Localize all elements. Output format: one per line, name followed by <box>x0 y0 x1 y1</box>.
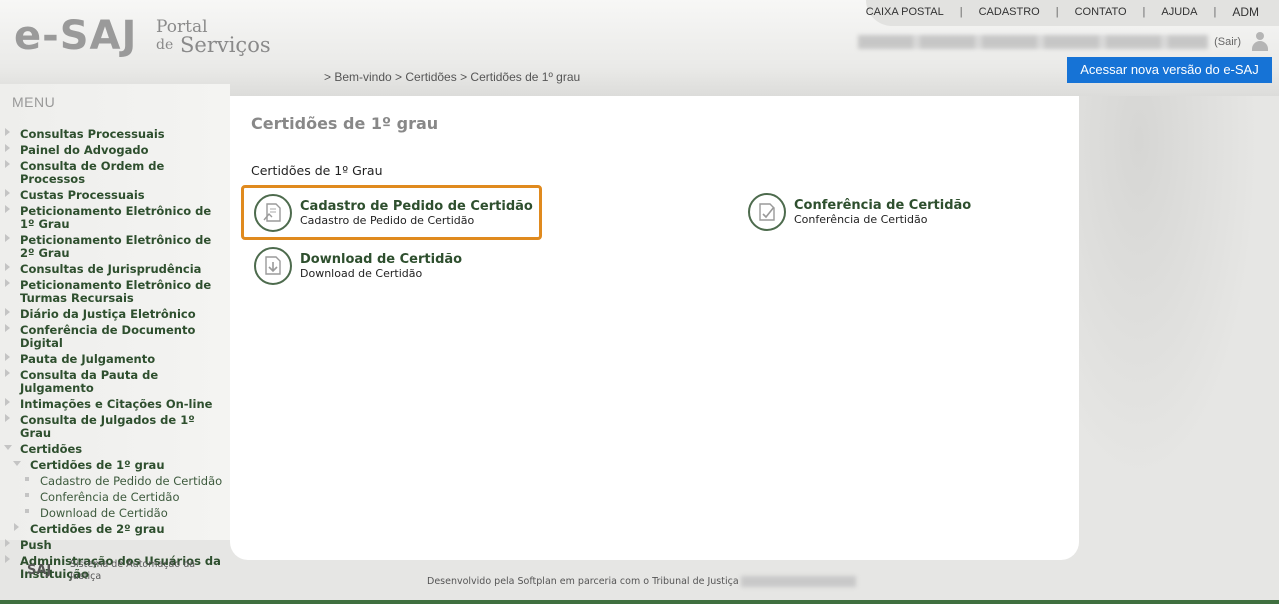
logo-servicos-text: Serviços <box>180 33 271 57</box>
card-conferencia[interactable]: Conferência de Certidão Conferência de C… <box>748 192 1008 232</box>
logo-mark: e-SAJ <box>14 13 138 59</box>
footer-developed-by: Desenvolvido pela Softplan em parceria c… <box>427 576 856 587</box>
sidebar-item-julgados-1-grau[interactable]: Consulta de Julgados de 1º Grau <box>0 414 230 440</box>
logo-de-text: de <box>156 37 174 53</box>
sidebar-item-download-certidao[interactable]: Download de Certidão <box>0 507 230 520</box>
topnav-caixa-postal[interactable]: CAIXA POSTAL <box>866 6 944 18</box>
card-title[interactable]: Cadastro de Pedido de Certidão <box>300 199 533 214</box>
topnav-contato[interactable]: CONTATO <box>1075 6 1127 18</box>
redacted-court-name <box>740 576 856 587</box>
sidebar-item-intimacoes[interactable]: Intimações e Citações On-line <box>0 398 230 411</box>
footer-developed-text: Desenvolvido pela Softplan em parceria c… <box>427 576 739 587</box>
sidebar-item-conferencia-documento[interactable]: Conferência de Documento Digital <box>0 324 230 350</box>
sidebar-item-consulta-pauta[interactable]: Consulta da Pauta de Julgamento <box>0 369 230 395</box>
sidebar-item-pauta-julgamento[interactable]: Pauta de Julgamento <box>0 353 230 366</box>
section-title: Certidões de 1º Grau <box>251 163 383 178</box>
sidebar-item-consultas-processuais[interactable]: Consultas Processuais <box>0 128 230 141</box>
topnav-cadastro[interactable]: CADASTRO <box>979 6 1040 18</box>
sidebar-menu: MENU Consultas Processuais Painel do Adv… <box>0 84 230 581</box>
new-version-button[interactable]: Acessar nova versão do e-SAJ <box>1067 57 1272 83</box>
sidebar-item-peticionamento-2-grau[interactable]: Peticionamento Eletrônico de 2º Grau <box>0 234 230 260</box>
sidebar-item-peticionamento-1-grau[interactable]: Peticionamento Eletrônico de 1º Grau <box>0 205 230 231</box>
footer-system-name: Sistema de Automação da Justiça <box>70 559 196 582</box>
card-download[interactable]: Download de Certidão Download de Certidã… <box>254 246 514 286</box>
topnav-separator: | <box>1213 6 1217 18</box>
topnav-separator: | <box>1055 6 1059 18</box>
card-title[interactable]: Download de Certidão <box>300 252 462 267</box>
sidebar-item-painel-advogado[interactable]: Painel do Advogado <box>0 144 230 157</box>
sidebar-item-ordem-processos[interactable]: Consulta de Ordem de Processos <box>0 160 230 186</box>
sidebar-item-push[interactable]: Push <box>0 539 230 552</box>
topnav-adm[interactable]: ADM <box>1232 5 1259 19</box>
logout-link[interactable]: (Sair) <box>1214 36 1241 48</box>
card-cadastro-pedido[interactable]: Cadastro de Pedido de Certidão Cadastro … <box>241 185 542 240</box>
header: e-SAJ Portal de Serviços CAIXA POSTAL | … <box>0 0 1279 96</box>
bottom-bar <box>0 600 1279 604</box>
card-subtitle: Cadastro de Pedido de Certidão <box>300 213 475 227</box>
redacted-user-name <box>858 35 1209 49</box>
sidebar-item-cadastro-pedido[interactable]: Cadastro de Pedido de Certidão <box>0 475 230 488</box>
user-icon[interactable] <box>1251 32 1269 52</box>
sidebar-item-jurisprudencia[interactable]: Consultas de Jurisprudência <box>0 263 230 276</box>
top-navigation: CAIXA POSTAL | CADASTRO | CONTATO | AJUD… <box>866 5 1259 19</box>
breadcrumb[interactable]: > Bem-vindo > Certidões > Certidões de 1… <box>324 70 580 84</box>
certificate-download-icon <box>254 247 292 285</box>
card-subtitle: Download de Certidão <box>300 267 423 280</box>
sidebar-item-certidoes[interactable]: Certidões <box>0 443 230 456</box>
esaj-logo[interactable]: e-SAJ Portal de Serviços <box>14 14 274 60</box>
topnav-separator: | <box>1142 6 1146 18</box>
menu-list: Consultas Processuais Painel do Advogado… <box>0 128 230 584</box>
topnav-ajuda[interactable]: AJUDA <box>1161 6 1197 18</box>
saj-footer-logo: SAJ <box>27 563 52 578</box>
card-title[interactable]: Conferência de Certidão <box>794 198 971 213</box>
certificate-request-icon <box>254 193 292 232</box>
sidebar-item-certidoes-2-grau[interactable]: Certidões de 2º grau <box>0 523 230 536</box>
sidebar-item-conferencia-certidao[interactable]: Conferência de Certidão <box>0 491 230 504</box>
sidebar-item-custas[interactable]: Custas Processuais <box>0 189 230 202</box>
user-info: (Sair) <box>858 32 1269 52</box>
main-content: Certidões de 1º grau Certidões de 1º Gra… <box>230 96 1079 560</box>
background-decoration <box>1079 96 1279 540</box>
topnav-separator: | <box>959 6 963 18</box>
card-subtitle: Conferência de Certidão <box>794 213 928 226</box>
menu-title: MENU <box>12 94 56 110</box>
sidebar-item-diario-justica[interactable]: Diário da Justiça Eletrônico <box>0 308 230 321</box>
certificate-check-icon <box>748 193 786 231</box>
sidebar-item-certidoes-1-grau[interactable]: Certidões de 1º grau <box>0 459 230 472</box>
page-title: Certidões de 1º grau <box>251 114 439 133</box>
sidebar-item-turmas-recursais[interactable]: Peticionamento Eletrônico de Turmas Recu… <box>0 279 230 305</box>
